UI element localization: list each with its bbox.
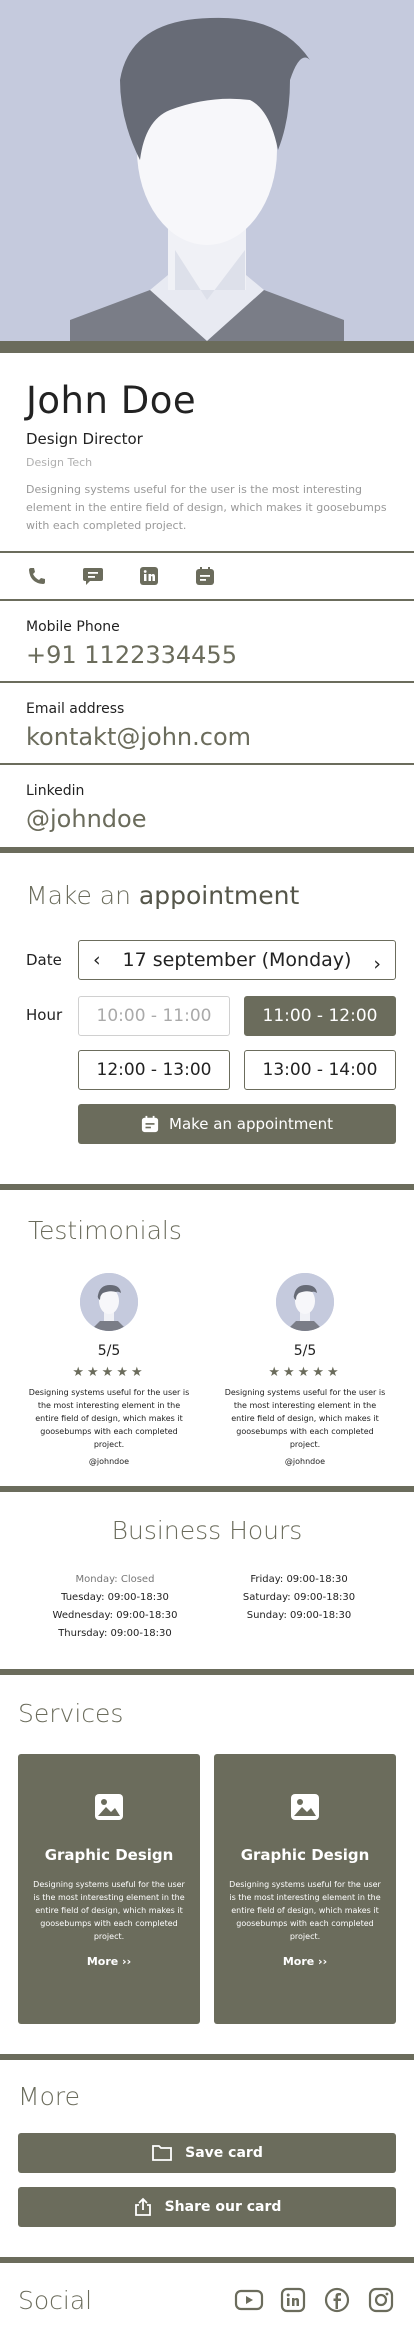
contact-phone[interactable]: Mobile Phone +91 1122334455 xyxy=(0,601,414,683)
appointment-section: Make an appointment Date ‹ 17 september … xyxy=(0,853,414,1184)
avatar xyxy=(80,1273,138,1331)
contact-value: kontakt@john.com xyxy=(26,723,252,751)
hours-entry: Sunday: 09:00-18:30 xyxy=(246,1610,352,1621)
hero-photo xyxy=(0,0,414,341)
hour-slot[interactable]: 13:00 - 14:00 xyxy=(244,1050,396,1090)
contact-linkedin[interactable]: Linkedin @johndoe xyxy=(0,765,414,847)
message-icon[interactable] xyxy=(82,565,104,587)
hours-entry: Monday: Closed xyxy=(75,1574,155,1585)
avatar xyxy=(276,1273,334,1331)
date-row: Date ‹ 17 september (Monday) › xyxy=(26,940,396,980)
hours-column-right: Friday: 09:00-18:30 Saturday: 09:00-18:3… xyxy=(214,1571,384,1643)
testimonial-handle: @johndoe xyxy=(88,1457,130,1466)
contact-email[interactable]: Email address kontakt@john.com xyxy=(0,683,414,765)
linkedin-icon[interactable] xyxy=(278,2285,308,2315)
contact-label: Mobile Phone xyxy=(26,619,120,635)
profile-name: John Doe xyxy=(26,379,197,422)
date-label: Date xyxy=(26,951,62,969)
more-section: More Save card Share our card xyxy=(0,2060,414,2257)
contact-label: Linkedin xyxy=(26,783,85,799)
services-section: Services Graphic Design Designing system… xyxy=(0,1675,414,2054)
youtube-icon[interactable] xyxy=(234,2285,264,2315)
more-title: More xyxy=(18,2082,80,2111)
service-more-link[interactable]: More ›› xyxy=(214,1955,396,1968)
hours-entry: Wednesday: 09:00-18:30 xyxy=(52,1610,178,1621)
social-title: Social xyxy=(18,2285,93,2315)
service-text: Designing systems useful for the user is… xyxy=(33,1880,185,1941)
hour-slot[interactable]: 10:00 - 11:00 xyxy=(78,996,230,1036)
testimonial-text: Designing systems useful for the user is… xyxy=(28,1388,190,1449)
button-label: Share our card xyxy=(164,2199,282,2215)
image-icon xyxy=(95,1794,123,1820)
testimonial-card: 5/5 ★★★★★ Designing systems useful for t… xyxy=(28,1273,190,1466)
hour-slot[interactable]: 11:00 - 12:00 xyxy=(244,996,396,1036)
instagram-icon[interactable] xyxy=(366,2285,396,2315)
testimonials-section: Testimonials 5/5 ★★★★★ Designing systems… xyxy=(0,1190,414,1486)
calendar-icon[interactable] xyxy=(194,565,216,587)
appointment-title: Make an appointment xyxy=(26,881,396,910)
date-value: 17 september (Monday) xyxy=(122,949,352,971)
share-card-button[interactable]: Share our card xyxy=(18,2187,396,2227)
hours-column-left: Monday: Closed Tuesday: 09:00-18:30 Wedn… xyxy=(30,1571,200,1643)
social-section: Social xyxy=(0,2263,414,2337)
testimonial-text: Designing systems useful for the user is… xyxy=(224,1388,386,1449)
contact-value: +91 1122334455 xyxy=(26,641,237,669)
service-more-link[interactable]: More ›› xyxy=(18,1955,200,1968)
service-card: Graphic Design Designing systems useful … xyxy=(214,1754,396,2024)
save-card-button[interactable]: Save card xyxy=(18,2133,396,2173)
service-title: Graphic Design xyxy=(240,1846,370,1864)
profile-section: John Doe Design Director Design Tech Des… xyxy=(0,353,414,551)
rating-score: 5/5 xyxy=(293,1343,317,1359)
hours-entry: Tuesday: 09:00-18:30 xyxy=(61,1592,169,1603)
testimonial-handle: @johndoe xyxy=(284,1457,326,1466)
facebook-icon[interactable] xyxy=(322,2285,352,2315)
services-title: Services xyxy=(18,1699,124,1728)
linkedin-icon[interactable] xyxy=(138,565,160,587)
next-date-button[interactable]: › xyxy=(373,953,381,975)
rating-stars: ★★★★★ xyxy=(72,1365,146,1380)
title-light: Make an xyxy=(26,881,131,910)
contact-value: @johndoe xyxy=(26,805,147,833)
service-title: Graphic Design xyxy=(44,1846,174,1864)
service-text: Designing systems useful for the user is… xyxy=(229,1880,381,1941)
hours-entry: Saturday: 09:00-18:30 xyxy=(242,1592,356,1603)
button-label: Save card xyxy=(185,2145,263,2161)
hour-row: Hour 10:00 - 11:00 11:00 - 12:00 12:00 -… xyxy=(26,996,396,1090)
service-card: Graphic Design Designing systems useful … xyxy=(18,1754,200,2024)
profile-bio: Designing systems useful for the user is… xyxy=(26,483,387,532)
profile-role: Design Director xyxy=(26,430,143,448)
image-icon xyxy=(291,1794,319,1820)
hour-label: Hour xyxy=(26,1006,63,1024)
hour-slots: 10:00 - 11:00 11:00 - 12:00 12:00 - 13:0… xyxy=(78,996,396,1090)
business-hours-title: Business Hours xyxy=(111,1516,303,1545)
prev-date-button[interactable]: ‹ xyxy=(93,949,101,971)
folder-icon xyxy=(152,2145,173,2161)
phone-icon[interactable] xyxy=(26,565,48,587)
hours-entry: Thursday: 09:00-18:30 xyxy=(58,1628,172,1639)
button-label: Make an appointment xyxy=(169,1115,333,1133)
testimonials-title: Testimonials xyxy=(28,1216,182,1245)
share-icon xyxy=(134,2197,151,2216)
hour-slot[interactable]: 12:00 - 13:00 xyxy=(78,1050,230,1090)
testimonial-card: 5/5 ★★★★★ Designing systems useful for t… xyxy=(224,1273,386,1466)
calendar-icon xyxy=(141,1115,159,1133)
date-picker[interactable]: ‹ 17 september (Monday) › xyxy=(78,940,396,980)
divider xyxy=(0,341,414,353)
make-appointment-button[interactable]: Make an appointment xyxy=(78,1104,396,1144)
title-bold: appointment xyxy=(138,881,300,910)
rating-score: 5/5 xyxy=(97,1343,121,1359)
business-hours-section: Business Hours Monday: Closed Tuesday: 0… xyxy=(0,1492,414,1669)
profile-company: Design Tech xyxy=(26,456,93,469)
contact-label: Email address xyxy=(26,701,125,717)
quick-actions xyxy=(0,551,414,601)
rating-stars: ★★★★★ xyxy=(268,1365,342,1380)
hours-entry: Friday: 09:00-18:30 xyxy=(250,1574,348,1585)
